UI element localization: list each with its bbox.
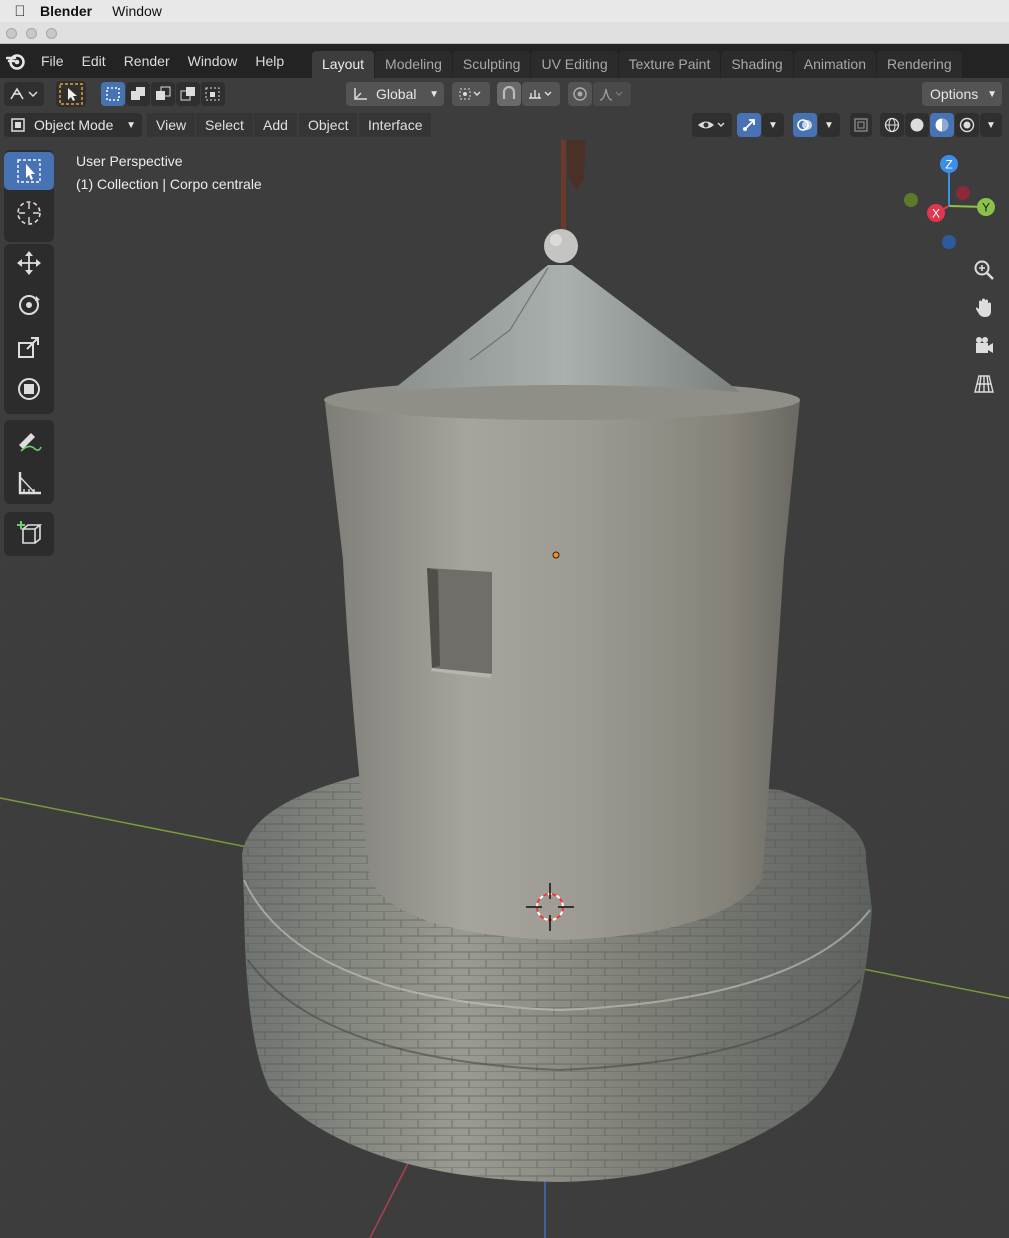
3d-viewport[interactable]: User Perspective (1) Collection | Corpo … [0, 140, 1009, 1238]
material-preview-shading-icon[interactable] [930, 113, 954, 137]
editor-type-button[interactable] [4, 82, 44, 106]
viewport-header: Object Mode ▼ View Select Add Object Int… [0, 110, 1009, 140]
tab-sculpting[interactable]: Sculpting [452, 51, 531, 78]
window-titlebar [0, 22, 1009, 44]
tab-texture-paint[interactable]: Texture Paint [618, 51, 721, 78]
rotate-tool[interactable] [4, 286, 54, 324]
annotate-tool[interactable] [4, 422, 54, 460]
menu-edit[interactable]: Edit [73, 44, 115, 78]
tab-animation[interactable]: Animation [793, 51, 876, 78]
tab-layout[interactable]: Layout [312, 51, 375, 78]
viewport-menu-object[interactable]: Object [299, 113, 358, 137]
scale-tool[interactable] [4, 328, 54, 366]
viewport-menu-add[interactable]: Add [254, 113, 297, 137]
proportional-editing-icon[interactable] [568, 82, 592, 106]
transform-tool[interactable] [4, 370, 54, 408]
blender-logo-icon[interactable] [0, 44, 32, 78]
chevron-down-icon: ▼ [987, 88, 997, 100]
pan-hand-icon[interactable] [968, 292, 1000, 324]
viewport-perspective-label: User Perspective [76, 153, 183, 169]
annotate-pencil-icon [19, 433, 42, 452]
measure-tool[interactable] [4, 464, 54, 502]
workspace-tabs: Layout Modeling Sculpting UV Editing Tex… [312, 51, 963, 78]
chevron-down-icon: ▼ [429, 88, 439, 100]
close-window-button[interactable] [6, 28, 17, 39]
gizmo-z-label: Z [945, 158, 952, 172]
overlays-toggle-icon[interactable] [793, 113, 817, 137]
mode-intersect-icon[interactable] [201, 82, 225, 106]
cursor-tool[interactable] [4, 194, 54, 232]
add-cube-tool[interactable] [4, 514, 54, 552]
rendered-shading-icon[interactable] [955, 113, 979, 137]
viewport-scene [0, 140, 1009, 1238]
shading-options-dropdown[interactable]: ▼ [980, 113, 1002, 137]
solid-shading-icon[interactable] [905, 113, 929, 137]
transform-orientation-dropdown[interactable]: Global ▼ [346, 82, 444, 106]
mode-subtract-icon[interactable] [151, 82, 175, 106]
tab-uv-editing[interactable]: UV Editing [531, 51, 618, 78]
gizmo-options-dropdown[interactable]: ▼ [762, 113, 784, 137]
camera-view-icon[interactable] [968, 330, 1000, 362]
overlays-options-dropdown[interactable]: ▼ [818, 113, 840, 137]
tool-header: Global ▼ Options ▼ [0, 78, 1009, 110]
apple-icon[interactable]:  [0, 3, 40, 20]
gizmo-x-label: X [932, 207, 940, 221]
measure-ruler-icon [18, 472, 41, 495]
menu-help[interactable]: Help [246, 44, 293, 78]
zoom-window-button[interactable] [46, 28, 57, 39]
xray-toggle-icon[interactable] [850, 113, 872, 137]
menu-file[interactable]: File [32, 44, 73, 78]
mode-value: Object Mode [34, 117, 114, 133]
snap-toggle-icon[interactable] [497, 82, 521, 106]
move-tool[interactable] [4, 244, 54, 282]
menu-window[interactable]: Window [179, 44, 247, 78]
mode-extend-icon[interactable] [126, 82, 150, 106]
select-tool-indicator[interactable] [56, 81, 86, 107]
chevron-down-icon: ▼ [126, 119, 136, 131]
viewport-menu-view[interactable]: View [147, 113, 196, 137]
object-mode-icon [11, 118, 25, 132]
menu-render[interactable]: Render [115, 44, 179, 78]
wireframe-shading-icon[interactable] [880, 113, 904, 137]
scale-icon [18, 337, 39, 358]
add-cube-icon [17, 521, 43, 544]
options-label: Options [930, 86, 979, 102]
options-dropdown[interactable]: Options ▼ [922, 82, 1002, 106]
viewport-menu-interface[interactable]: Interface [359, 113, 432, 137]
tab-rendering[interactable]: Rendering [877, 51, 962, 78]
transform-icon [18, 378, 40, 400]
orientation-axes-icon [354, 88, 367, 100]
transform-orientation-value: Global [376, 86, 417, 102]
visibility-dropdown[interactable] [692, 113, 732, 137]
gizmo-y-label: Y [982, 201, 990, 215]
app-name-menu[interactable]: Blender [40, 3, 92, 19]
zoom-icon[interactable] [968, 254, 1000, 286]
macos-menubar:  Blender Window [0, 0, 1009, 22]
cursor-icon [17, 201, 41, 225]
mode-dropdown[interactable]: Object Mode ▼ [4, 113, 142, 137]
select-box-icon [17, 159, 41, 183]
perspective-toggle-icon[interactable] [968, 368, 1000, 400]
blender-topbar: File Edit Render Window Help Layout Mode… [0, 44, 1009, 78]
pivot-point-dropdown[interactable] [452, 82, 490, 106]
viewport-collection-label: (1) Collection | Corpo centrale [76, 176, 262, 192]
tab-modeling[interactable]: Modeling [375, 51, 452, 78]
minimize-window-button[interactable] [26, 28, 37, 39]
snap-target-dropdown[interactable] [522, 82, 560, 106]
mode-set-new-icon[interactable] [101, 82, 125, 106]
window-menu[interactable]: Window [112, 3, 162, 19]
proportional-falloff-dropdown[interactable] [593, 82, 631, 106]
select-box-tool[interactable] [4, 152, 54, 190]
navigation-gizmo[interactable]: Z Y X [896, 150, 1008, 250]
tab-shading[interactable]: Shading [721, 51, 793, 78]
rotate-icon [19, 295, 40, 315]
move-icon [17, 251, 41, 275]
mode-difference-icon[interactable] [176, 82, 200, 106]
viewport-menu-select[interactable]: Select [196, 113, 253, 137]
gizmo-toggle-icon[interactable] [737, 113, 761, 137]
